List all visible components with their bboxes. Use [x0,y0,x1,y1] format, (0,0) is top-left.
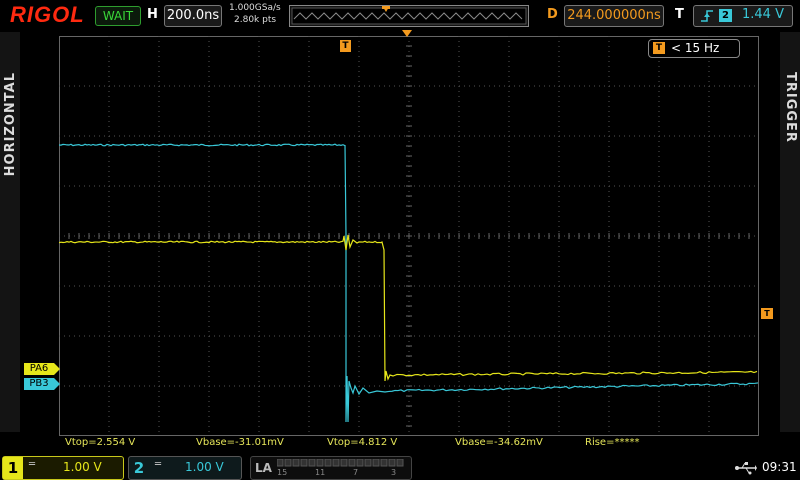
frequency-value: < 15 Hz [671,41,720,55]
la-channel-cell [316,459,324,467]
la-channel-label: 11 [315,468,326,477]
dc-coupling-icon: ═ [29,459,36,470]
measurement-item: Vtop=2.554 V [65,437,136,448]
horizontal-label: H [147,7,158,22]
la-channel-grid-icon [277,459,404,467]
sample-rate: 1.000GSa/s [229,3,281,13]
horizontal-side-tab[interactable]: HORIZONTAL [0,32,20,432]
la-channel-cell [340,459,348,467]
rising-edge-icon [700,8,714,27]
memory-depth: 2.80k pts [234,15,277,25]
memory-overview-waveform-icon [291,6,527,25]
trigger-label: T [675,7,684,22]
run-state-badge[interactable]: WAIT [95,6,141,26]
clock: 09:31 [762,460,797,474]
center-marker-icon [402,30,412,37]
measurement-item: Vbase=-31.01mV [196,437,284,448]
la-channel-label: 15 [277,468,288,477]
dc-coupling-icon: ═ [155,459,162,470]
trigger-side-tab[interactable]: TRIGGER [780,32,800,432]
la-channel-cell [277,459,284,467]
trigger-source-badge: 2 [719,9,732,22]
channel1-settings[interactable]: 1 ═ 1.00 V [2,456,124,480]
channel1-label-marker[interactable]: PA6 [24,363,60,375]
la-channel-cell [300,459,308,467]
channel2-number: 2 [133,459,145,477]
memory-overview-bar [289,5,529,27]
waveform-display[interactable] [58,35,760,437]
la-channel-cell [372,459,380,467]
la-channel-cell [292,459,300,467]
la-channel-label: 3 [391,468,397,477]
bottom-channel-bar: 1 ═ 1.00 V 2 ═ 1.00 V LA 15 11 7 3 09:31 [0,455,800,480]
timebase-value[interactable]: 200.0ns [164,5,222,27]
la-channel-cell [324,459,332,467]
la-channel-cell [364,459,372,467]
logic-analyzer-settings[interactable]: LA 15 11 7 3 [250,456,412,480]
channel2-scale: 1.00 V [185,460,224,474]
la-channel-cell [356,459,364,467]
measurement-item: Rise=***** [585,437,640,448]
la-label: LA [255,461,272,475]
la-channel-cell [308,459,316,467]
horizontal-tab-label: HORIZONTAL [3,72,18,177]
la-channel-cell [348,459,356,467]
measurement-item: Vtop=4.812 V [327,437,398,448]
trigger-position-marker[interactable]: T [340,40,351,52]
delay-label: D [547,7,558,22]
channel2-settings[interactable]: 2 ═ 1.00 V [128,456,242,480]
la-channel-cell [388,459,396,467]
graticule [58,35,760,437]
la-channel-label: 7 [353,468,359,477]
channel1-scale: 1.00 V [63,460,102,474]
frequency-counter: T < 15 Hz [648,39,740,58]
brand-logo: RIGOL [10,2,85,27]
delay-value[interactable]: 244.000000ns [564,5,664,27]
channel2-label-marker[interactable]: PB3 [24,378,60,390]
measurement-bar: Vtop=2.554 V Vbase=-31.01mV Vtop=4.812 V… [59,437,759,451]
trigger-settings[interactable]: 2 1.44 V [693,5,793,27]
trigger-level-marker[interactable]: T [761,308,773,319]
trigger-frequency-icon: T [653,42,665,54]
top-status-bar: RIGOL WAIT H 200.0ns 1.000GSa/s 2.80k pt… [0,0,800,30]
la-channel-cell [380,459,388,467]
trigger-tab-label: TRIGGER [783,72,798,143]
usb-icon [735,461,757,479]
la-channel-cell [396,459,404,467]
channel1-number: 1 [3,457,23,479]
la-channel-cell [284,459,292,467]
trigger-level-value: 1.44 V [742,7,784,22]
la-channel-cell [332,459,340,467]
measurement-item: Vbase=-34.62mV [455,437,543,448]
